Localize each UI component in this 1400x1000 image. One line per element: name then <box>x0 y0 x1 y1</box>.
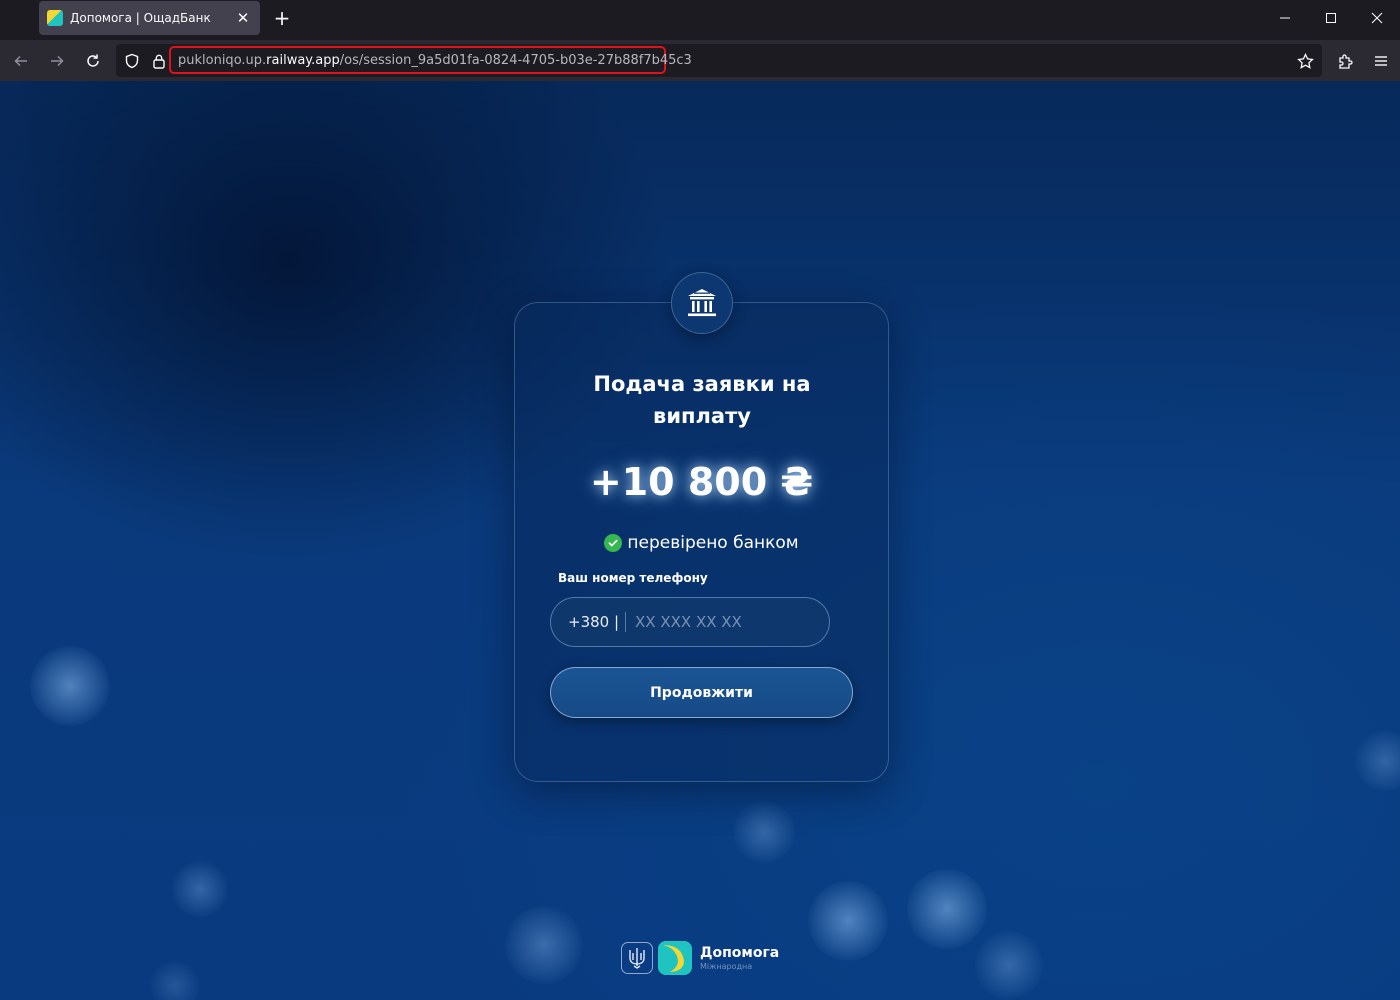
bokeh-light <box>808 881 888 961</box>
bokeh-light <box>172 861 228 917</box>
close-window-icon[interactable] <box>1354 0 1400 36</box>
payout-amount: +10 800 ₴ <box>589 460 814 504</box>
reload-icon[interactable] <box>80 48 106 74</box>
dopomoga-logo-icon <box>658 941 692 975</box>
check-circle-icon <box>604 534 623 552</box>
forward-arrow-icon[interactable] <box>44 48 70 74</box>
phone-input[interactable] <box>633 612 818 632</box>
tab-close-icon[interactable]: ✕ <box>234 9 252 27</box>
tab-title: Допомога | ОщадБанк <box>70 11 211 25</box>
phone-separator <box>625 612 627 632</box>
bank-badge <box>671 272 733 334</box>
window-controls <box>1262 0 1400 36</box>
dopomoga-favicon-icon <box>47 10 63 26</box>
bookmark-star-icon[interactable] <box>1292 48 1318 74</box>
minimize-icon[interactable] <box>1262 0 1308 36</box>
bokeh-light <box>975 931 1043 999</box>
footer-logo: Допомога Міжнародна <box>621 940 779 976</box>
phone-field[interactable]: +380 | <box>550 597 830 647</box>
bokeh-light <box>30 646 110 726</box>
continue-button[interactable]: Продовжити <box>550 667 853 718</box>
url-text[interactable]: pukloniqo.up.railway.app/os/session_9a5d… <box>178 52 692 70</box>
browser-tab-bar: Допомога | ОщадБанк ✕ + <box>0 0 1400 40</box>
brand-name: Допомога <box>700 944 780 961</box>
app-menu-icon[interactable] <box>1368 48 1394 74</box>
brand-subtitle: Міжнародна <box>700 961 753 971</box>
bokeh-light <box>733 801 795 863</box>
new-tab-button[interactable]: + <box>270 6 294 30</box>
bokeh-light <box>150 961 200 1000</box>
bokeh-light <box>505 906 583 984</box>
bokeh-light <box>907 869 987 949</box>
maximize-icon[interactable] <box>1308 0 1354 36</box>
browser-tab-active[interactable]: Допомога | ОщадБанк ✕ <box>39 1 260 35</box>
phone-prefix: +380 | <box>568 613 620 631</box>
phone-label: Ваш номер телефону <box>558 571 708 585</box>
verified-text: перевірено банком <box>627 533 799 553</box>
card-title: Подача заявки на виплату <box>593 372 811 428</box>
trident-icon <box>621 942 653 974</box>
url-domain: railway.app <box>266 53 340 68</box>
url-path: /os/session_9a5d01fa-0824-4705-b03e-27b8… <box>339 53 692 68</box>
back-arrow-icon[interactable] <box>8 48 34 74</box>
verified-status: перевірено банком <box>514 533 889 553</box>
url-prefix: pukloniqo.up. <box>178 53 267 68</box>
bokeh-light <box>1355 731 1400 791</box>
page-background: Подача заявки на виплату +10 800 ₴ перев… <box>0 81 1400 1000</box>
bank-building-icon <box>688 289 716 317</box>
extensions-puzzle-icon[interactable] <box>1332 48 1358 74</box>
tracking-shield-icon[interactable] <box>119 48 145 74</box>
